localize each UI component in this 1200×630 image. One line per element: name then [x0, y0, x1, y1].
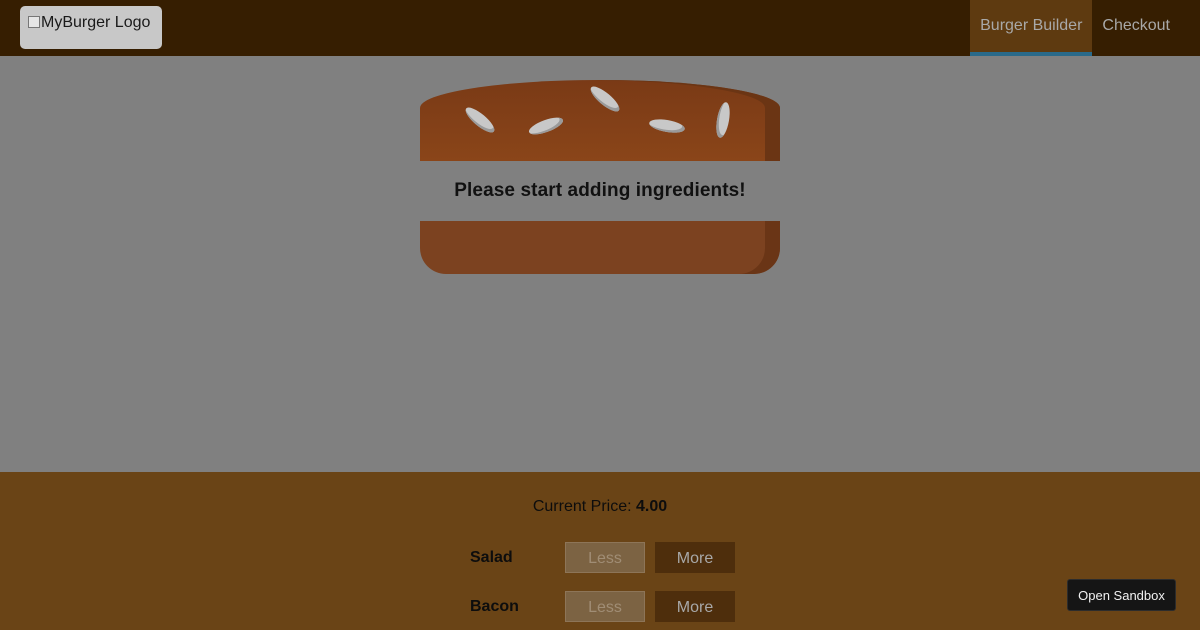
current-price: Current Price: 4.00 — [0, 498, 1200, 516]
nav-item-checkout[interactable]: Checkout — [1092, 0, 1200, 56]
broken-image-icon — [28, 16, 40, 28]
empty-burger-message: Please start adding ingredients! — [420, 161, 780, 221]
more-salad-button[interactable]: More — [655, 542, 735, 573]
sesame-seed — [587, 82, 623, 116]
build-controls: Current Price: 4.00 Salad Less More Baco… — [0, 472, 1200, 630]
ingredient-label: Salad — [470, 549, 513, 566]
sesame-seed — [462, 103, 498, 137]
nav-item-burger-builder[interactable]: Burger Builder — [970, 0, 1093, 56]
sesame-seed — [648, 116, 686, 136]
bread-top — [420, 80, 780, 161]
logo[interactable]: MyBurger Logo — [20, 6, 162, 49]
burger-preview: Please start adding ingredients! — [420, 80, 780, 275]
sesame-seed — [527, 114, 565, 138]
sesame-seed — [713, 101, 733, 139]
open-sandbox-button[interactable]: Open Sandbox — [1067, 579, 1176, 611]
more-bacon-button[interactable]: More — [655, 591, 735, 622]
price-label: Current Price: — [532, 498, 632, 515]
build-control-salad: Salad Less More — [470, 542, 740, 573]
less-salad-button[interactable]: Less — [565, 542, 645, 573]
bread-bottom — [420, 221, 780, 274]
ingredient-label: Bacon — [470, 598, 519, 615]
less-bacon-button[interactable]: Less — [565, 591, 645, 622]
toolbar: MyBurger Logo Burger Builder Checkout — [0, 0, 1200, 56]
logo-alt-text: MyBurger Logo — [41, 14, 151, 31]
build-control-bacon: Bacon Less More — [470, 591, 740, 622]
navigation: Burger Builder Checkout — [970, 0, 1200, 56]
price-value: 4.00 — [636, 498, 668, 515]
